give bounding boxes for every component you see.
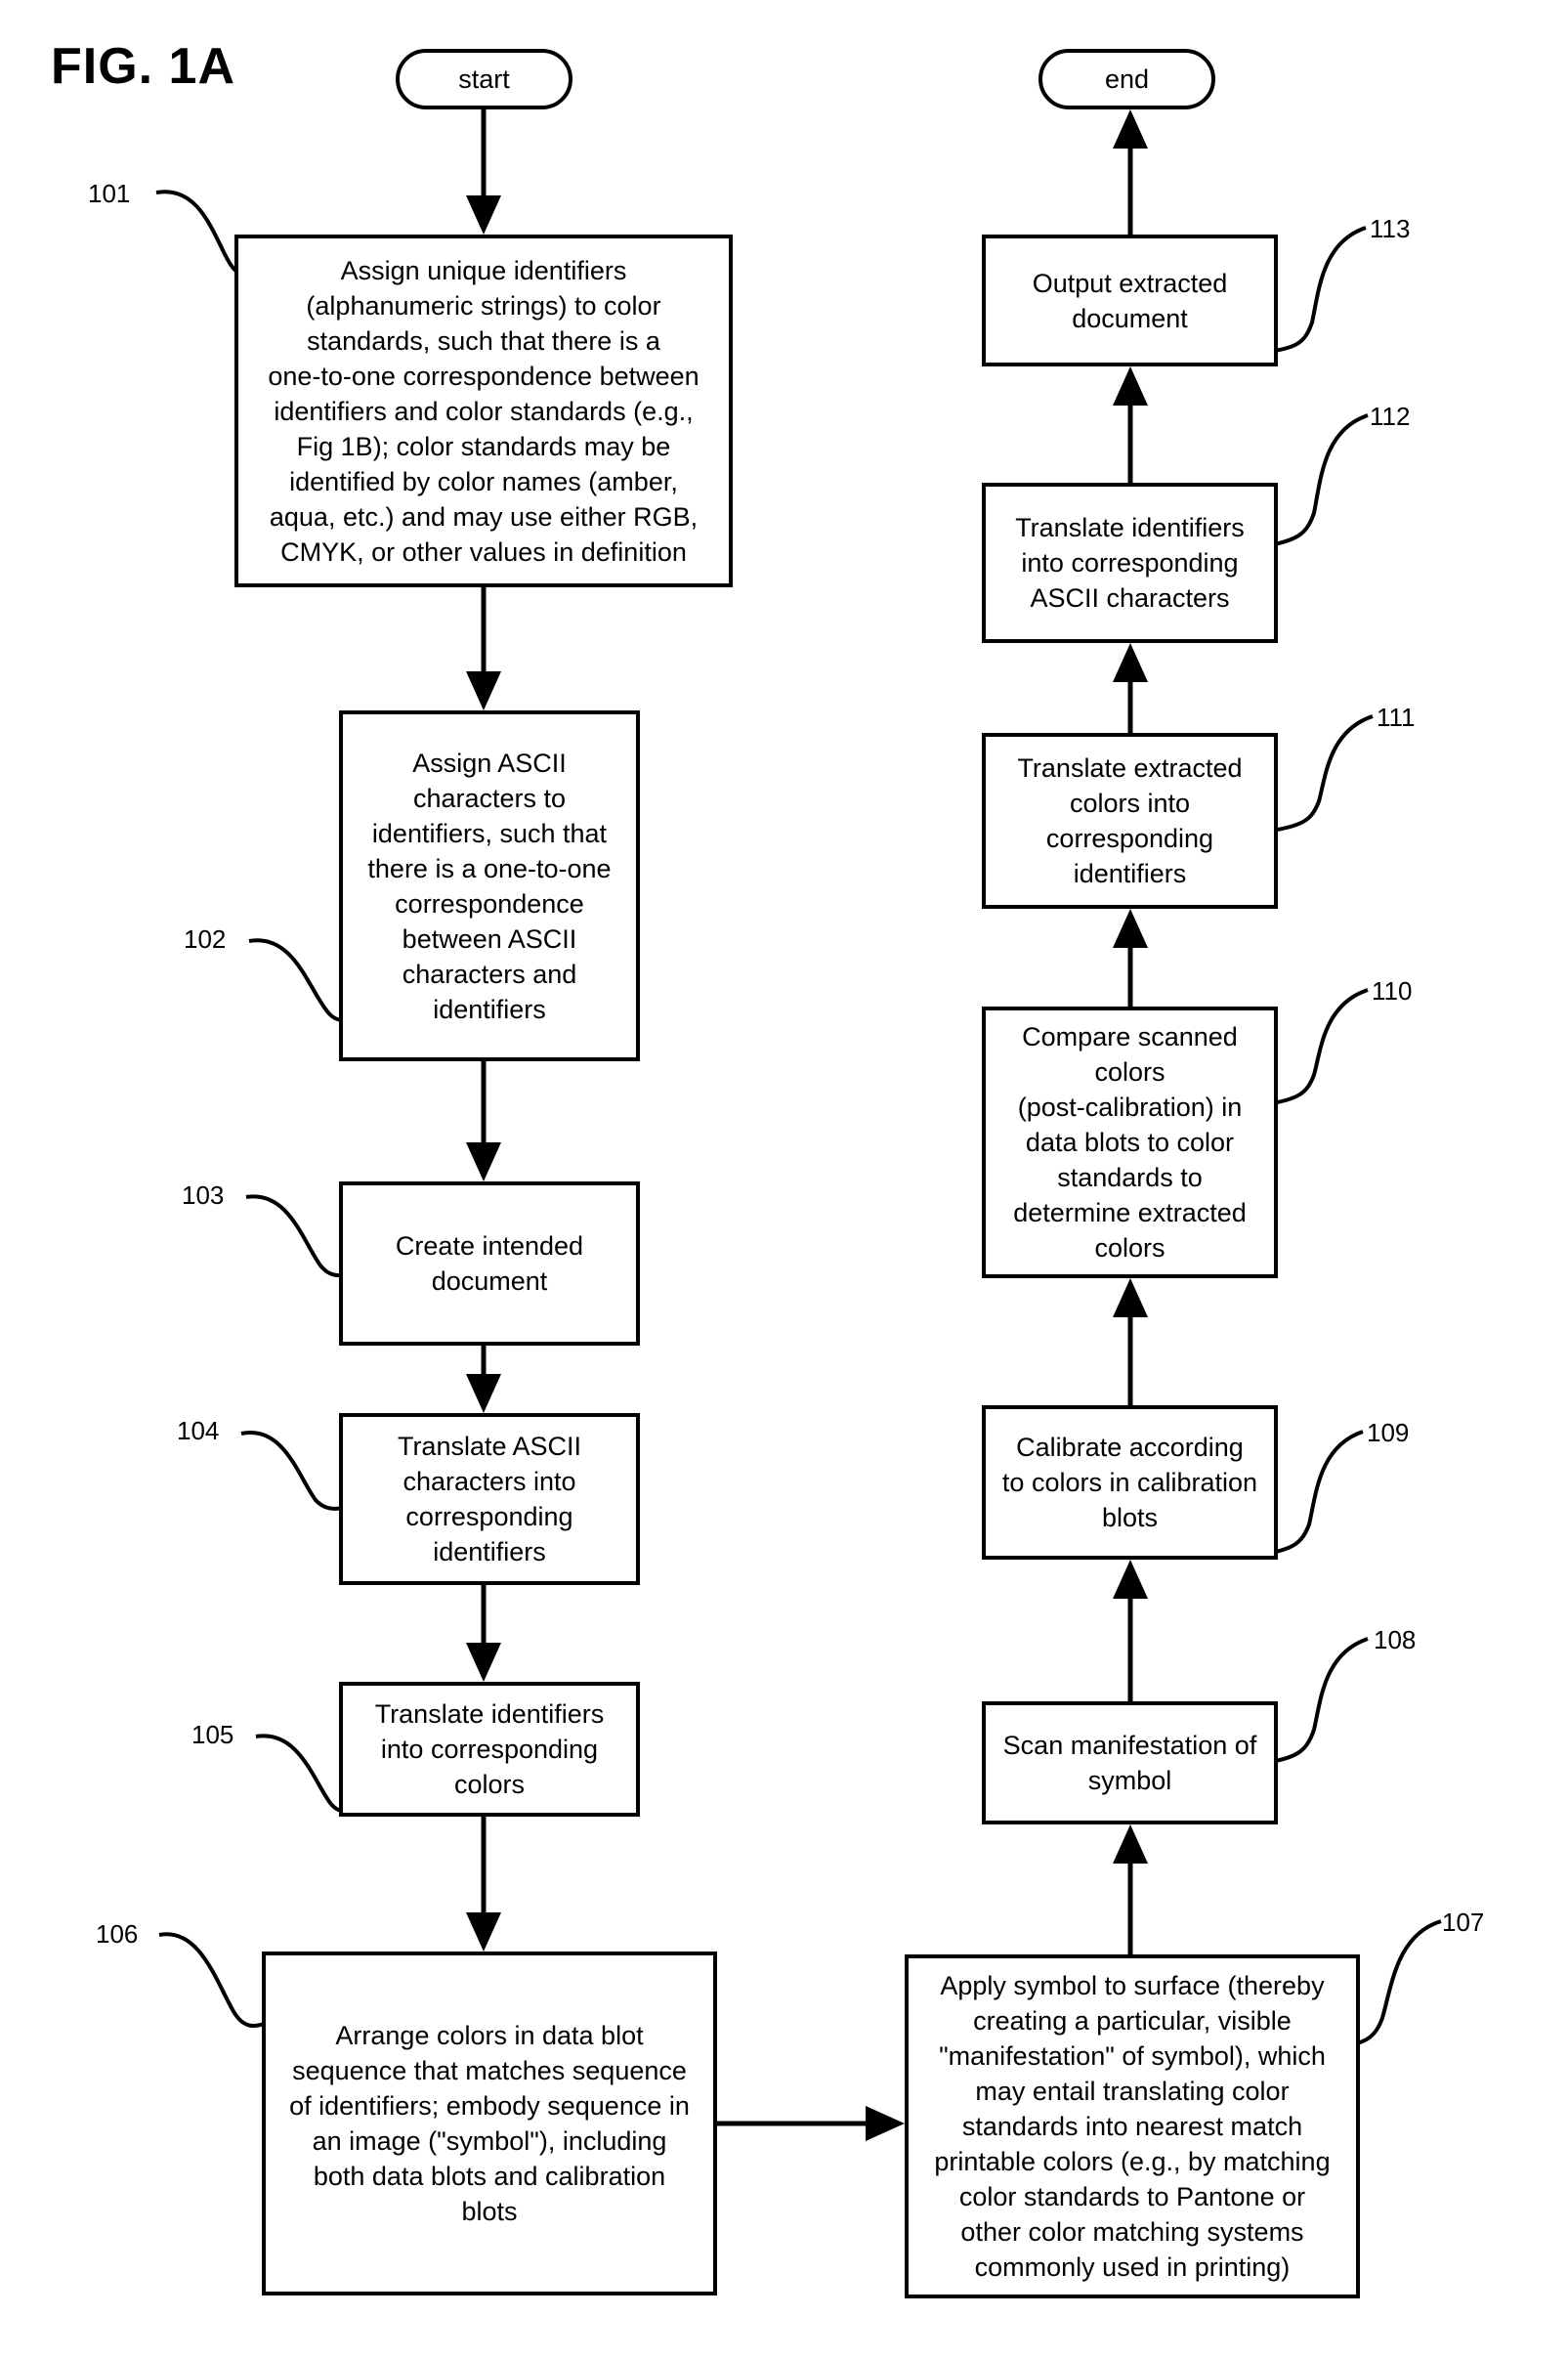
connector-111-112-arrowhead xyxy=(1113,643,1148,682)
start-terminal: start xyxy=(396,49,572,109)
step-108-text: Scan manifestation of symbol xyxy=(1002,1731,1257,1795)
step-112-text: Translate identifiers into corresponding… xyxy=(1015,513,1245,613)
step-102-text: Assign ASCII characters to identifiers, … xyxy=(367,748,612,1024)
connector-start-101-arrowhead xyxy=(466,195,501,235)
ref-102: 102 xyxy=(184,924,227,954)
step-101-text: Assign unique identifiers (alphanumeric … xyxy=(268,255,699,567)
connector-107-108-arrowhead xyxy=(1113,1824,1148,1864)
step-111-text: Translate extracted colors into correspo… xyxy=(1017,753,1243,888)
ref-110: 110 xyxy=(1372,976,1413,1006)
step-112-box: Translate identifiers into corresponding… xyxy=(982,483,1278,643)
connector-108-109-arrowhead xyxy=(1113,1560,1148,1599)
connector-106-107-arrowhead xyxy=(866,2106,905,2141)
step-110-box: Compare scanned colors (post-calibration… xyxy=(982,1007,1278,1278)
ref-104: 104 xyxy=(177,1416,220,1445)
step-113-text: Output extracted document xyxy=(1032,268,1228,333)
start-label: start xyxy=(458,64,510,94)
step-110-text: Compare scanned colors (post-calibration… xyxy=(1013,1022,1247,1263)
step-108-box: Scan manifestation of symbol xyxy=(982,1701,1278,1824)
ref-111: 111 xyxy=(1377,703,1416,732)
ref-107: 107 xyxy=(1442,1908,1485,1937)
step-109-box: Calibrate according to colors in calibra… xyxy=(982,1405,1278,1560)
step-106-text: Arrange colors in data blot sequence tha… xyxy=(289,2021,690,2226)
end-label: end xyxy=(1104,64,1150,94)
step-106-box: Arrange colors in data blot sequence tha… xyxy=(262,1952,717,2295)
step-101-box: Assign unique identifiers (alphanumeric … xyxy=(234,235,733,587)
ref-109: 109 xyxy=(1367,1418,1410,1447)
connector-102-103-arrowhead xyxy=(466,1142,501,1181)
step-104-box: Translate ASCII characters into correspo… xyxy=(339,1413,640,1585)
connector-113-end-arrowhead xyxy=(1113,109,1148,149)
figure-title: FIG. 1A xyxy=(51,38,236,95)
connector-105-106-arrowhead xyxy=(466,1912,501,1952)
step-113-box: Output extracted document xyxy=(982,235,1278,366)
step-103-text: Create intended document xyxy=(395,1231,584,1296)
ref-101: 101 xyxy=(88,179,131,208)
leader-111 xyxy=(1270,714,1374,833)
connector-109-110-arrowhead xyxy=(1113,1278,1148,1317)
end-terminal: end xyxy=(1038,49,1215,109)
step-107-text: Apply symbol to surface (thereby creatin… xyxy=(934,1971,1331,2282)
connector-112-113-arrowhead xyxy=(1113,366,1148,406)
step-111-box: Translate extracted colors into correspo… xyxy=(982,733,1278,909)
step-105-text: Translate identifiers into corresponding… xyxy=(374,1699,605,1799)
step-109-text: Calibrate according to colors in calibra… xyxy=(1001,1433,1258,1532)
ref-112: 112 xyxy=(1370,402,1411,431)
leader-109 xyxy=(1265,1430,1364,1556)
connector-104-105-arrowhead xyxy=(466,1643,501,1682)
step-104-text: Translate ASCII characters into correspo… xyxy=(397,1432,582,1566)
step-102-box: Assign ASCII characters to identifiers, … xyxy=(339,710,640,1061)
leader-110 xyxy=(1265,988,1369,1106)
flowchart: FIG. 1A start end Assign unique identifi… xyxy=(0,0,1568,2359)
ref-103: 103 xyxy=(182,1180,225,1210)
connector-110-111-arrowhead xyxy=(1113,909,1148,948)
leader-113 xyxy=(1267,226,1367,354)
ref-106: 106 xyxy=(96,1919,139,1949)
step-103-box: Create intended document xyxy=(339,1181,640,1346)
ref-105: 105 xyxy=(191,1720,234,1749)
leader-112 xyxy=(1269,413,1369,547)
ref-108: 108 xyxy=(1374,1625,1417,1654)
step-107-box: Apply symbol to surface (thereby creatin… xyxy=(905,1954,1360,2298)
connector-101-102-arrowhead xyxy=(466,671,501,710)
connector-103-104-arrowhead xyxy=(466,1374,501,1413)
step-105-box: Translate identifiers into corresponding… xyxy=(339,1682,640,1817)
leader-108 xyxy=(1269,1637,1369,1764)
ref-113: 113 xyxy=(1370,214,1411,243)
